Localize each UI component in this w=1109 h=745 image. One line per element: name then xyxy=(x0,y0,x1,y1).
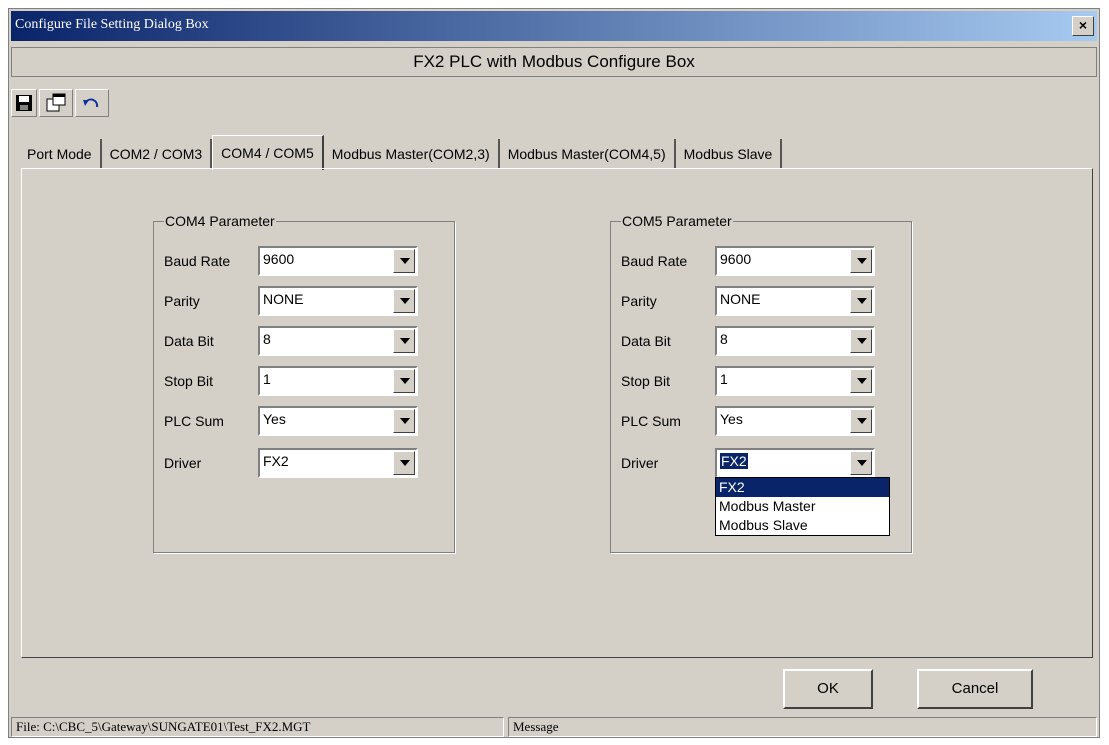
com4-databit-select[interactable]: 8 xyxy=(258,326,418,356)
tab-modbus-master-com45[interactable]: Modbus Master(COM4,5) xyxy=(500,139,676,169)
status-message: Message xyxy=(508,717,1097,737)
undo-button[interactable] xyxy=(75,89,109,117)
com5-plcsum-label: PLC Sum xyxy=(621,413,681,429)
com4-stopbit-label: Stop Bit xyxy=(164,373,214,389)
com4-group-title: COM4 Parameter xyxy=(164,213,276,229)
com4-baud-label: Baud Rate xyxy=(164,253,231,269)
com4-baud-value: 9600 xyxy=(263,251,295,267)
com5-driver-label: Driver xyxy=(621,455,659,471)
com4-parameter-group: COM4 Parameter Baud Rate 9600 Parity NON… xyxy=(153,213,455,553)
com5-plcsum-select[interactable]: Yes xyxy=(715,406,875,436)
window-title: Configure File Setting Dialog Box xyxy=(15,17,209,32)
com4-parity-select[interactable]: NONE xyxy=(258,286,418,316)
save-button[interactable] xyxy=(11,89,37,117)
com4-plcsum-label: PLC Sum xyxy=(164,413,224,429)
status-file-path: File: C:\CBC_5\Gateway\SUNGATE01\Test_FX… xyxy=(11,717,504,737)
chevron-down-icon[interactable] xyxy=(393,249,415,273)
com4-databit-label: Data Bit xyxy=(164,333,214,349)
chevron-down-icon[interactable] xyxy=(393,369,415,393)
com4-databit-value: 8 xyxy=(263,331,271,347)
driver-option-modbus-slave[interactable]: Modbus Slave xyxy=(716,516,889,535)
tab-com2-com3[interactable]: COM2 / COM3 xyxy=(102,139,213,169)
properties-icon xyxy=(46,93,66,112)
dialog-heading: FX2 PLC with Modbus Configure Box xyxy=(11,47,1097,77)
com5-plcsum-value: Yes xyxy=(720,411,743,427)
driver-option-modbus-master[interactable]: Modbus Master xyxy=(716,497,889,516)
save-icon xyxy=(16,95,32,111)
tab-modbus-slave[interactable]: Modbus Slave xyxy=(676,139,783,169)
chevron-down-icon[interactable] xyxy=(850,409,872,433)
com5-parity-select[interactable]: NONE xyxy=(715,286,875,316)
chevron-down-icon[interactable] xyxy=(850,249,872,273)
com4-parity-value: NONE xyxy=(263,291,304,307)
chevron-down-icon[interactable] xyxy=(850,329,872,353)
com5-driver-value: FX2 xyxy=(720,453,748,469)
com4-stopbit-select[interactable]: 1 xyxy=(258,366,418,396)
toolbar xyxy=(11,89,109,117)
com4-driver-select[interactable]: FX2 xyxy=(258,448,418,478)
com5-driver-select[interactable]: FX2 xyxy=(715,448,875,478)
tab-modbus-master-com23[interactable]: Modbus Master(COM2,3) xyxy=(324,139,500,169)
chevron-down-icon[interactable] xyxy=(850,451,872,475)
tab-panel: COM4 Parameter Baud Rate 9600 Parity NON… xyxy=(21,168,1093,658)
close-button[interactable]: × xyxy=(1072,16,1094,36)
dialog-window: Configure File Setting Dialog Box × FX2 … xyxy=(8,8,1100,738)
com4-stopbit-value: 1 xyxy=(263,371,271,387)
tab-com4-com5[interactable]: COM4 / COM5 xyxy=(212,135,324,170)
com4-parity-label: Parity xyxy=(164,293,200,309)
title-bar[interactable]: Configure File Setting Dialog Box × xyxy=(11,11,1097,41)
com5-stopbit-label: Stop Bit xyxy=(621,373,671,389)
com5-parameter-group: COM5 Parameter Baud Rate 9600 Parity NON… xyxy=(610,213,912,553)
chevron-down-icon[interactable] xyxy=(850,289,872,313)
chevron-down-icon[interactable] xyxy=(393,329,415,353)
com5-parity-label: Parity xyxy=(621,293,657,309)
com5-stopbit-select[interactable]: 1 xyxy=(715,366,875,396)
chevron-down-icon[interactable] xyxy=(393,409,415,433)
com4-driver-value: FX2 xyxy=(263,453,289,469)
com5-baud-label: Baud Rate xyxy=(621,253,688,269)
chevron-down-icon[interactable] xyxy=(393,289,415,313)
com5-databit-value: 8 xyxy=(720,331,728,347)
undo-icon xyxy=(83,98,99,108)
com4-plcsum-select[interactable]: Yes xyxy=(258,406,418,436)
com4-plcsum-value: Yes xyxy=(263,411,286,427)
com4-baud-select[interactable]: 9600 xyxy=(258,246,418,276)
com5-parity-value: NONE xyxy=(720,291,761,307)
driver-option-fx2[interactable]: FX2 xyxy=(716,478,889,497)
com5-group-title: COM5 Parameter xyxy=(621,213,733,229)
com5-databit-select[interactable]: 8 xyxy=(715,326,875,356)
com5-baud-select[interactable]: 9600 xyxy=(715,246,875,276)
com4-driver-label: Driver xyxy=(164,455,202,471)
chevron-down-icon[interactable] xyxy=(850,369,872,393)
properties-button[interactable] xyxy=(39,89,73,117)
com5-databit-label: Data Bit xyxy=(621,333,671,349)
com5-stopbit-value: 1 xyxy=(720,371,728,387)
com5-driver-dropdown-list: FX2 Modbus Master Modbus Slave xyxy=(715,477,890,536)
tab-port-mode[interactable]: Port Mode xyxy=(19,139,102,169)
status-bar: File: C:\CBC_5\Gateway\SUNGATE01\Test_FX… xyxy=(11,717,1097,737)
cancel-button[interactable]: Cancel xyxy=(917,669,1033,709)
tab-strip: Port Mode COM2 / COM3 COM4 / COM5 Modbus… xyxy=(19,135,783,170)
ok-button[interactable]: OK xyxy=(783,669,873,709)
com5-baud-value: 9600 xyxy=(720,251,752,267)
chevron-down-icon[interactable] xyxy=(393,451,415,475)
